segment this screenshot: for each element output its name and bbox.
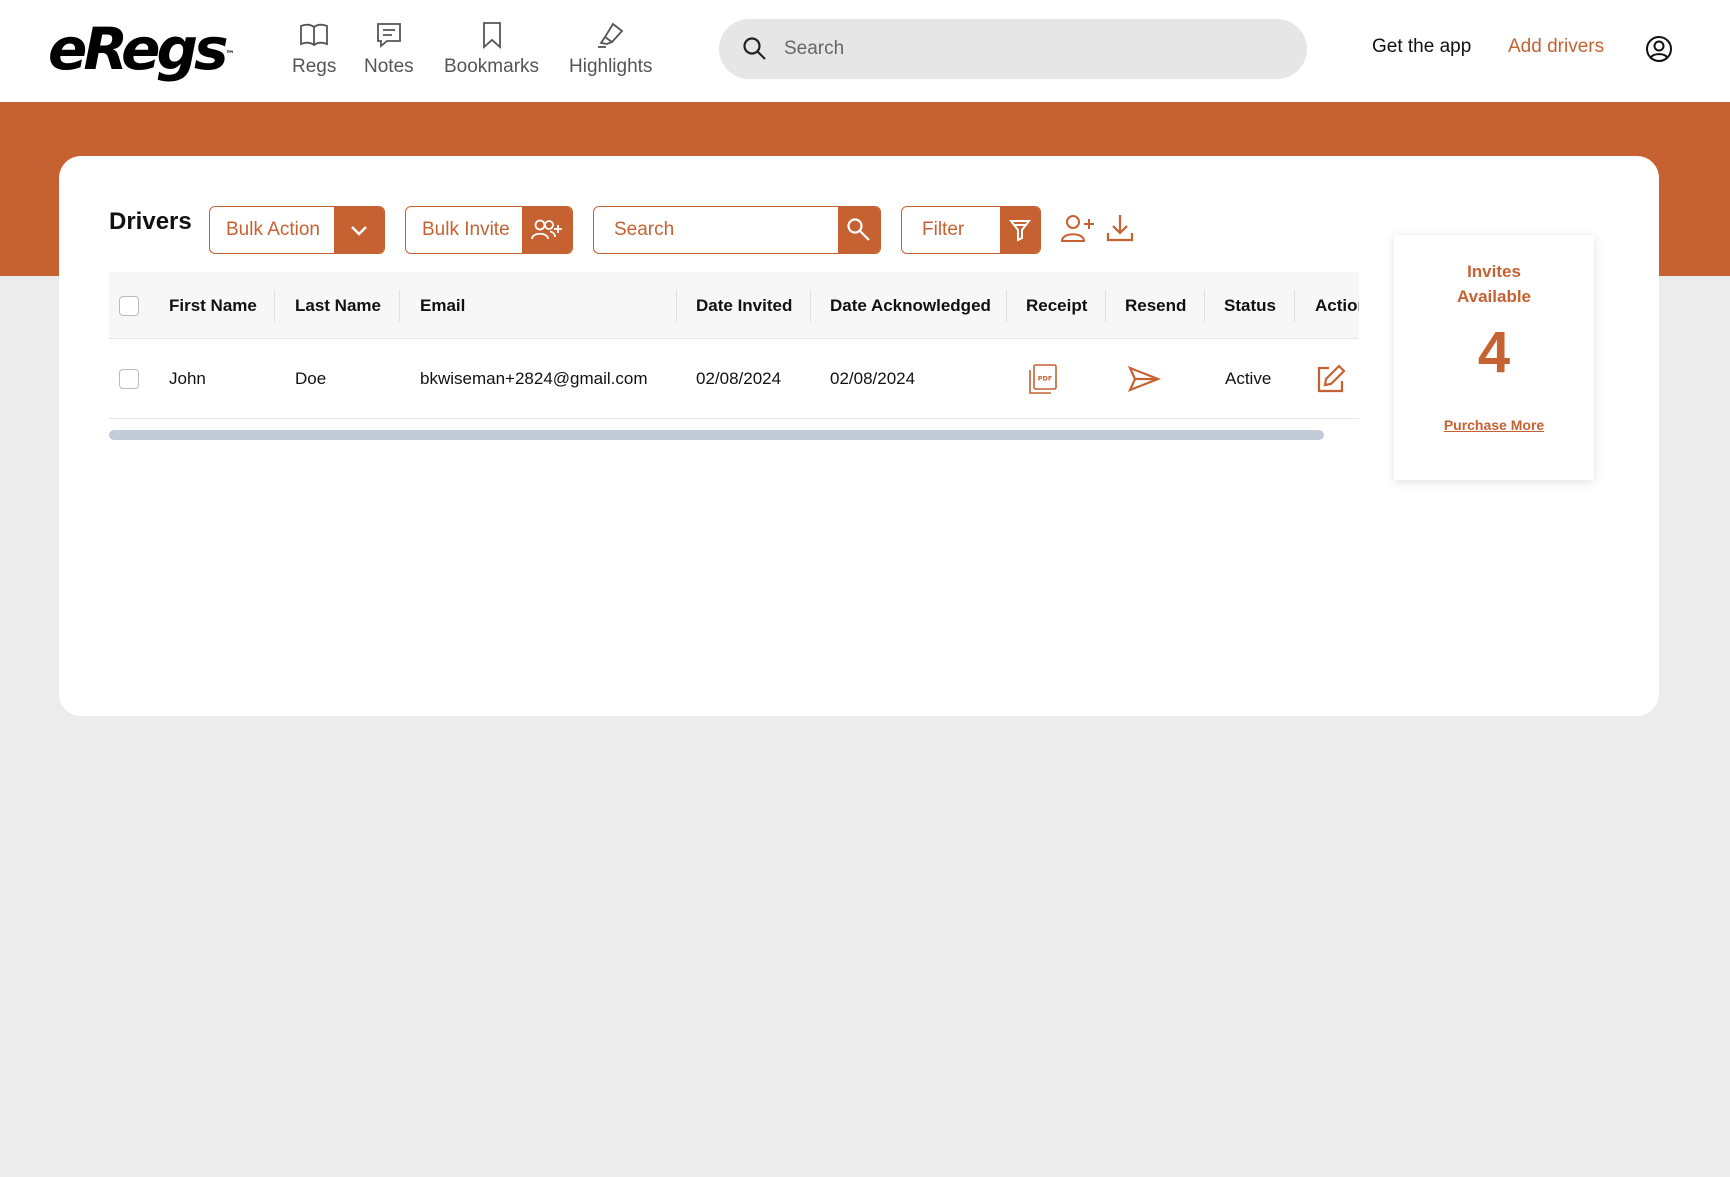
cell-status: Active: [1225, 369, 1272, 388]
table-row: John Doe bkwiseman+2824@gmail.com 02/08/…: [109, 339, 1359, 419]
edit-icon[interactable]: [1315, 363, 1347, 395]
nav-regs-label: Regs: [292, 56, 337, 77]
download-icon[interactable]: [1105, 212, 1135, 244]
filter-button[interactable]: Filter: [901, 206, 1041, 254]
bulk-action-dropdown[interactable]: Bulk Action: [209, 206, 385, 254]
pdf-icon[interactable]: PDF: [1027, 363, 1059, 395]
column-resend[interactable]: Resend: [1125, 272, 1186, 339]
row-checkbox[interactable]: [119, 369, 139, 389]
send-icon[interactable]: [1127, 365, 1161, 393]
get-app-link[interactable]: Get the app: [1372, 36, 1471, 58]
drivers-search[interactable]: [593, 206, 881, 254]
filter-icon: [1009, 220, 1031, 242]
invites-heading: Invites Available: [1456, 262, 1532, 306]
global-search[interactable]: [719, 19, 1307, 79]
column-date-invited[interactable]: Date Invited: [696, 272, 792, 339]
nav-regs[interactable]: Regs: [292, 20, 336, 78]
bulk-action-toggle[interactable]: [334, 207, 384, 253]
nav-bookmarks[interactable]: Bookmarks: [444, 20, 539, 78]
bulk-invite-label: Bulk Invite: [422, 219, 510, 240]
chevron-down-icon: [351, 226, 367, 236]
drivers-table: First Name Last Name Email Date Invited …: [109, 272, 1359, 442]
nav-bookmarks-label: Bookmarks: [444, 56, 540, 77]
column-status[interactable]: Status: [1224, 272, 1276, 339]
nav-highlights[interactable]: Highlights: [569, 20, 652, 78]
svg-text:PDF: PDF: [1038, 375, 1053, 383]
horizontal-scrollbar[interactable]: [109, 430, 1324, 440]
nav-highlights-label: Highlights: [569, 56, 653, 77]
purchase-more-link[interactable]: Purchase More: [1444, 417, 1544, 433]
invites-panel: Invites Available 4 Purchase More: [1394, 235, 1594, 480]
bulk-action-label: Bulk Action: [226, 219, 320, 240]
column-receipt[interactable]: Receipt: [1026, 272, 1087, 339]
cell-email: bkwiseman+2824@gmail.com: [420, 369, 648, 388]
table-header: First Name Last Name Email Date Invited …: [109, 272, 1359, 339]
nav-notes[interactable]: Notes: [364, 20, 414, 78]
drivers-search-input[interactable]: [594, 207, 839, 252]
eregs-logo[interactable]: eRegs ™: [48, 18, 235, 80]
cell-date-invited: 02/08/2024: [696, 369, 782, 388]
page-title: Drivers: [109, 208, 192, 235]
global-search-input[interactable]: [784, 31, 1284, 67]
highlighter-icon: [597, 22, 624, 48]
drivers-card: Drivers Bulk Action Bulk Invite Search F…: [59, 156, 1659, 716]
add-drivers-link[interactable]: Add drivers: [1508, 36, 1604, 58]
invites-count: 4: [1477, 320, 1511, 385]
column-action[interactable]: Action: [1315, 272, 1359, 339]
add-driver-icon[interactable]: [1060, 212, 1096, 244]
nav-notes-label: Notes: [364, 56, 414, 77]
cell-first-name: John: [169, 369, 206, 388]
column-first-name[interactable]: First Name: [169, 272, 257, 339]
cell-last-name: Doe: [295, 369, 327, 388]
trademark-symbol: ™: [225, 50, 235, 60]
cell-date-acknowledged: 02/08/2024: [830, 369, 916, 388]
select-all-checkbox[interactable]: [119, 296, 139, 316]
chat-note-icon: [376, 23, 401, 48]
column-date-acknowledged[interactable]: Date Acknowledged: [830, 272, 991, 339]
column-email[interactable]: Email: [420, 272, 465, 339]
book-open-icon: [300, 23, 329, 47]
bookmark-icon: [482, 22, 501, 49]
search-icon: [743, 37, 766, 60]
top-navigation-bar: eRegs™ Regs Notes Bookmarks Highlights: [0, 0, 1730, 102]
search-icon: [847, 218, 870, 241]
filter-label: Filter: [922, 219, 965, 240]
column-last-name[interactable]: Last Name: [295, 272, 381, 339]
bulk-invite-button[interactable]: Bulk Invite: [405, 206, 573, 254]
drivers-search-button[interactable]: [838, 207, 880, 253]
users-plus-icon: [531, 219, 562, 240]
user-account-icon[interactable]: [1645, 35, 1673, 63]
